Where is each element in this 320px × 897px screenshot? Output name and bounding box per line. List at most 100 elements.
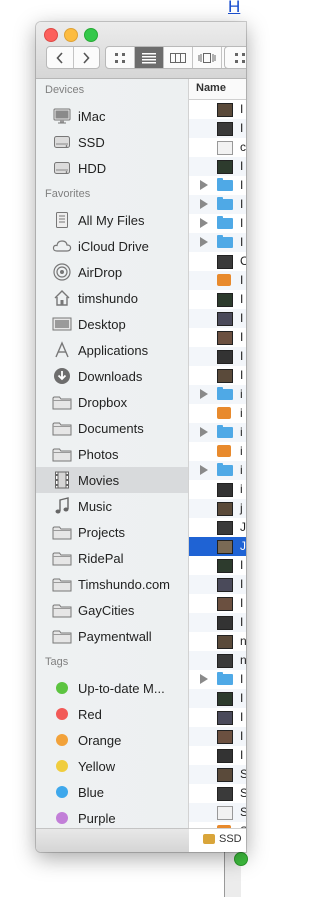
disclosure-triangle-icon[interactable] xyxy=(200,237,208,247)
file-row[interactable]: i xyxy=(189,442,246,461)
file-row[interactable]: I xyxy=(189,727,246,746)
file-row[interactable]: I xyxy=(189,157,246,176)
file-row[interactable]: i xyxy=(189,385,246,404)
sidebar-section-tags[interactable]: Tags xyxy=(45,656,68,668)
file-row[interactable]: c xyxy=(189,138,246,157)
sidebar-item-desktop[interactable]: Desktop xyxy=(36,311,188,337)
video-thumbnail-icon xyxy=(217,312,233,326)
sidebar-item-hdd[interactable]: HDD xyxy=(36,155,188,181)
file-row[interactable]: I xyxy=(189,233,246,252)
sidebar-item-gaycities[interactable]: GayCities xyxy=(36,597,188,623)
file-row[interactable]: I xyxy=(189,100,246,119)
cover-flow-button[interactable] xyxy=(193,47,222,68)
sidebar-item-ridepal[interactable]: RidePal xyxy=(36,545,188,571)
sidebar-item-photos[interactable]: Photos xyxy=(36,441,188,467)
toolbar xyxy=(36,22,246,79)
file-row[interactable]: n xyxy=(189,632,246,651)
file-row[interactable]: J xyxy=(189,537,246,556)
background-link[interactable]: H xyxy=(228,0,240,17)
file-row[interactable]: I xyxy=(189,670,246,689)
sidebar-item-label: Blue xyxy=(78,784,105,800)
sidebar-item-projects[interactable]: Projects xyxy=(36,519,188,545)
video-thumbnail-icon xyxy=(217,331,233,345)
sidebar-item-yellow[interactable]: Yellow xyxy=(36,753,188,779)
disclosure-triangle-icon[interactable] xyxy=(200,218,208,228)
list-view-button[interactable] xyxy=(135,47,164,68)
file-row[interactable]: I xyxy=(189,689,246,708)
file-row[interactable]: I xyxy=(189,746,246,765)
close-button[interactable] xyxy=(44,28,58,42)
file-row[interactable]: i xyxy=(189,404,246,423)
sidebar-item-imac[interactable]: iMac xyxy=(36,103,188,129)
sidebar-item-airdrop[interactable]: AirDrop xyxy=(36,259,188,285)
icon-view-button[interactable] xyxy=(106,47,135,68)
file-row[interactable]: S xyxy=(189,765,246,784)
minimize-button[interactable] xyxy=(64,28,78,42)
video-thumbnail-icon xyxy=(217,103,233,117)
sidebar-item-ssd[interactable]: SSD xyxy=(36,129,188,155)
file-row[interactable]: J xyxy=(189,518,246,537)
disclosure-triangle-icon[interactable] xyxy=(200,389,208,399)
path-bar-drive-label[interactable]: SSD xyxy=(219,833,242,845)
disclosure-triangle-icon[interactable] xyxy=(200,427,208,437)
file-row[interactable]: i xyxy=(189,423,246,442)
file-row[interactable]: I xyxy=(189,347,246,366)
file-row[interactable]: S xyxy=(189,784,246,803)
file-row[interactable]: I xyxy=(189,195,246,214)
document-icon xyxy=(217,141,233,155)
file-row[interactable]: I xyxy=(189,214,246,233)
file-row[interactable]: j xyxy=(189,499,246,518)
file-row[interactable]: I xyxy=(189,366,246,385)
column-view-button[interactable] xyxy=(164,47,193,68)
file-row[interactable]: I xyxy=(189,309,246,328)
disclosure-triangle-icon[interactable] xyxy=(200,674,208,684)
file-row[interactable]: i xyxy=(189,461,246,480)
file-row[interactable]: I xyxy=(189,556,246,575)
back-button[interactable] xyxy=(47,47,73,68)
sidebar-item-timshundo[interactable]: timshundo xyxy=(36,285,188,311)
sidebar-item-orange[interactable]: Orange xyxy=(36,727,188,753)
file-name: I xyxy=(240,577,244,591)
tag-dot-icon xyxy=(52,756,72,776)
file-row[interactable]: I xyxy=(189,290,246,309)
sidebar-item-label: GayCities xyxy=(78,602,135,618)
sidebar-item-timshundo-com[interactable]: Timshundo.com xyxy=(36,571,188,597)
sidebar-item-up-to-date-m[interactable]: Up-to-date M... xyxy=(36,675,188,701)
disclosure-triangle-icon[interactable] xyxy=(200,465,208,475)
background-window-zoom-button[interactable] xyxy=(234,852,248,866)
forward-button[interactable] xyxy=(72,47,100,68)
file-row[interactable]: I xyxy=(189,176,246,195)
sidebar-item-music[interactable]: Music xyxy=(36,493,188,519)
sidebar-item-dropbox[interactable]: Dropbox xyxy=(36,389,188,415)
zoom-button[interactable] xyxy=(84,28,98,42)
file-row[interactable]: I xyxy=(189,613,246,632)
file-row[interactable]: I xyxy=(189,119,246,138)
sidebar-item-label: Documents xyxy=(78,420,144,436)
sidebar-item-applications[interactable]: Applications xyxy=(36,337,188,363)
sidebar-item-paymentwall[interactable]: Paymentwall xyxy=(36,623,188,649)
sidebar-section-favorites[interactable]: Favorites xyxy=(45,188,90,200)
file-row[interactable]: I xyxy=(189,271,246,290)
sidebar-item-red[interactable]: Red xyxy=(36,701,188,727)
arrange-button[interactable] xyxy=(224,46,246,69)
file-row[interactable]: n xyxy=(189,651,246,670)
sidebar-item-label: Dropbox xyxy=(78,394,128,410)
file-row[interactable]: I xyxy=(189,575,246,594)
sidebar-item-movies[interactable]: Movies xyxy=(36,467,188,493)
file-row[interactable]: I xyxy=(189,594,246,613)
file-row[interactable]: I xyxy=(189,328,246,347)
file-row[interactable]: I xyxy=(189,708,246,727)
disclosure-triangle-icon[interactable] xyxy=(200,180,208,190)
sidebar-section-devices[interactable]: Devices xyxy=(45,84,84,96)
sidebar-item-downloads[interactable]: Downloads xyxy=(36,363,188,389)
sidebar-item-blue[interactable]: Blue xyxy=(36,779,188,805)
file-row[interactable]: i xyxy=(189,480,246,499)
sidebar-item-documents[interactable]: Documents xyxy=(36,415,188,441)
file-row[interactable]: C xyxy=(189,252,246,271)
sidebar-item-icloud-drive[interactable]: iCloud Drive xyxy=(36,233,188,259)
disclosure-triangle-icon[interactable] xyxy=(200,199,208,209)
column-header-name[interactable]: Name xyxy=(189,79,246,100)
video-thumbnail-icon xyxy=(217,160,233,174)
file-row[interactable]: S xyxy=(189,803,246,822)
sidebar-item-all-my-files[interactable]: All My Files xyxy=(36,207,188,233)
